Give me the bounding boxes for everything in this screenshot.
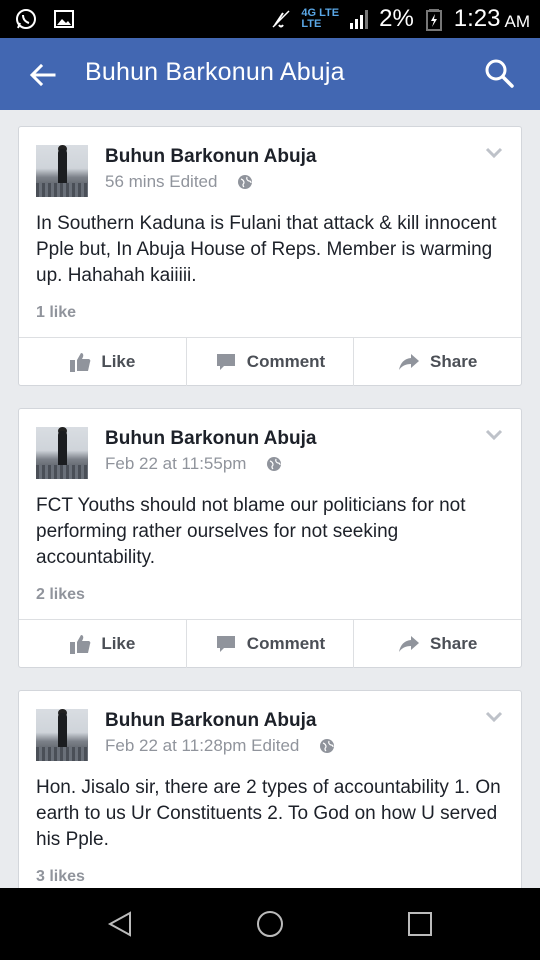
post-author[interactable]: Buhun Barkonun Abuja	[105, 428, 316, 450]
app-bar: Buhun Barkonun Abuja	[0, 38, 540, 110]
like-label: Like	[101, 352, 136, 371]
likes-count[interactable]: 3 likes	[36, 868, 85, 886]
post-timestamp[interactable]: 56 mins Edited	[105, 172, 217, 192]
image-icon	[54, 10, 74, 28]
post-card: Buhun Barkonun Abuja Feb 22 at 11:28pm E…	[18, 690, 522, 888]
system-nav-bar	[0, 888, 540, 960]
avatar[interactable]	[36, 709, 88, 761]
network-type-bottom: LTE	[301, 18, 322, 30]
comment-label: Comment	[246, 634, 326, 653]
share-button[interactable]: Share	[354, 620, 521, 668]
battery-icon	[425, 9, 442, 31]
globe-icon	[267, 457, 282, 471]
share-label: Share	[430, 634, 478, 653]
like-label: Like	[101, 634, 136, 653]
like-button[interactable]: Like	[19, 338, 187, 386]
signal-icon	[350, 10, 369, 29]
post-actions: Like Comment Share	[19, 619, 521, 668]
share-icon	[399, 354, 420, 370]
post-text: FCT Youths should not blame our politici…	[36, 495, 466, 568]
home-circle-icon[interactable]	[256, 910, 284, 938]
avatar[interactable]	[36, 427, 88, 479]
search-icon[interactable]	[484, 58, 514, 88]
chevron-down-icon[interactable]	[485, 711, 503, 723]
back-arrow-icon[interactable]	[28, 60, 58, 90]
globe-icon	[238, 175, 253, 189]
share-label: Share	[430, 352, 478, 371]
like-button[interactable]: Like	[19, 620, 187, 668]
post-card: Buhun Barkonun Abuja Feb 22 at 11:55pm F…	[18, 408, 522, 668]
comment-icon	[216, 636, 235, 652]
post-text: Hon. Jisalo sir, there are 2 types of ac…	[36, 777, 501, 850]
chevron-down-icon[interactable]	[485, 429, 503, 441]
mute-icon	[272, 10, 290, 28]
news-feed: Buhun Barkonun Abuja 56 mins Edited In S…	[0, 110, 540, 888]
share-button[interactable]: Share	[354, 338, 521, 386]
post-author[interactable]: Buhun Barkonun Abuja	[105, 146, 316, 168]
likes-count[interactable]: 1 like	[36, 304, 76, 322]
avatar[interactable]	[36, 145, 88, 197]
post-meta: 56 mins Edited	[105, 172, 253, 192]
post-author[interactable]: Buhun Barkonun Abuja	[105, 710, 316, 732]
share-icon	[399, 636, 420, 652]
comment-icon	[216, 354, 235, 370]
back-triangle-icon[interactable]	[106, 910, 134, 938]
globe-icon	[320, 739, 335, 753]
recents-square-icon[interactable]	[406, 910, 434, 938]
chevron-down-icon[interactable]	[485, 147, 503, 159]
post-text: In Southern Kaduna is Fulani that attack…	[36, 213, 497, 286]
thumbs-up-icon	[70, 635, 91, 654]
post-timestamp[interactable]: Feb 22 at 11:28pm Edited	[105, 736, 299, 756]
thumbs-up-icon	[70, 353, 91, 372]
clock-ampm: AM	[504, 11, 531, 31]
post-meta: Feb 22 at 11:28pm Edited	[105, 736, 335, 756]
whatsapp-icon	[16, 9, 36, 29]
status-bar: 4G LTE LTE 2% 1:23 AM	[0, 0, 540, 38]
post-actions: Like Comment Share	[19, 337, 521, 386]
network-indicator: 4G LTE LTE	[301, 8, 339, 30]
page-title: Buhun Barkonun Abuja	[85, 58, 345, 86]
post-meta: Feb 22 at 11:55pm	[105, 454, 282, 474]
comment-button[interactable]: Comment	[187, 338, 355, 386]
comment-label: Comment	[246, 352, 326, 371]
battery-percent: 2%	[379, 5, 414, 32]
clock-time: 1:23	[453, 5, 501, 32]
post-timestamp[interactable]: Feb 22 at 11:55pm	[105, 454, 246, 474]
likes-count[interactable]: 2 likes	[36, 586, 85, 604]
comment-button[interactable]: Comment	[187, 620, 355, 668]
post-card: Buhun Barkonun Abuja 56 mins Edited In S…	[18, 126, 522, 386]
